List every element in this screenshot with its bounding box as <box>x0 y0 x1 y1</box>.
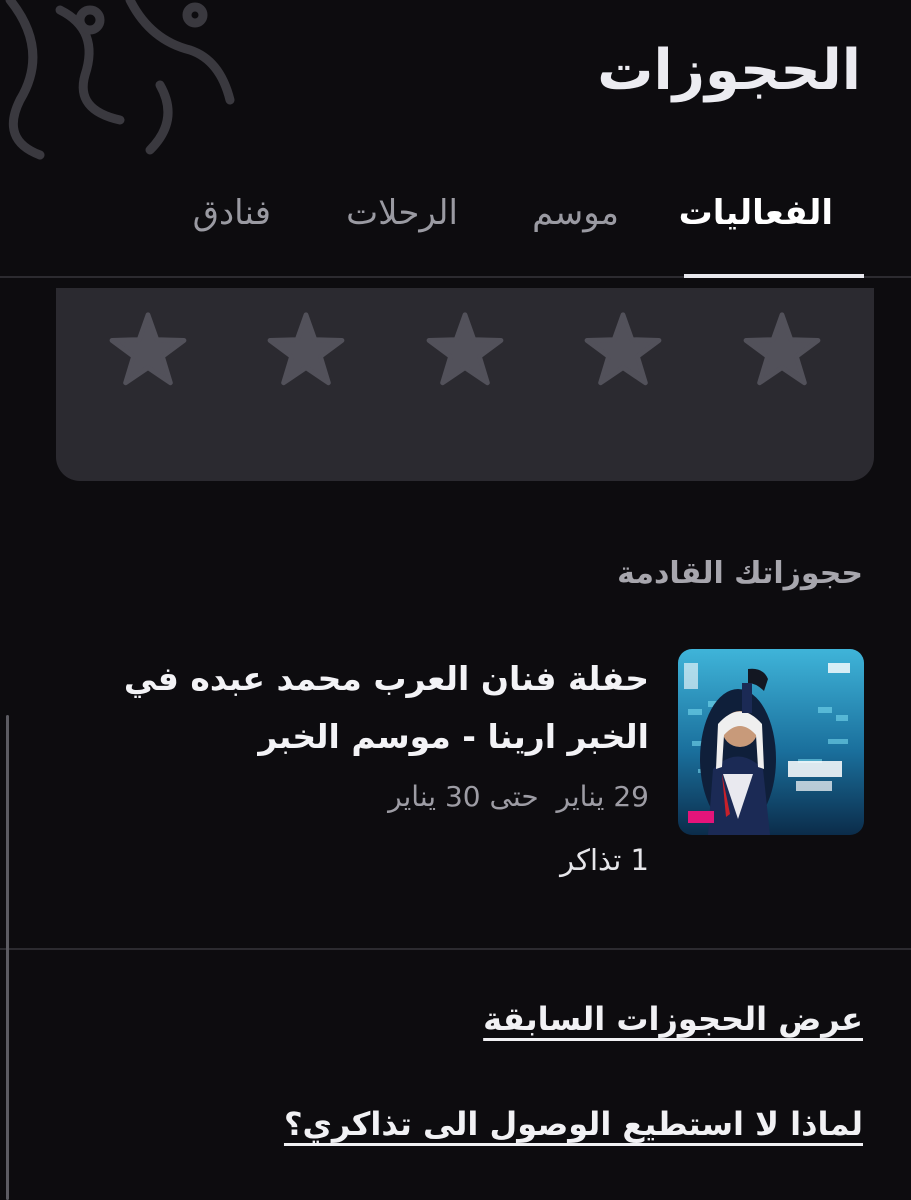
star-icon[interactable] <box>583 310 663 390</box>
active-tab-indicator <box>684 274 864 278</box>
booking-dates: 29 يناير حتى 30 يناير <box>388 780 649 813</box>
event-poster-image <box>678 649 864 835</box>
tab-season[interactable]: موسم <box>532 193 619 233</box>
ticket-access-help-link[interactable]: لماذا لا استطيع الوصول الى تذاكري؟ <box>284 1105 863 1143</box>
booking-date-to: حتى 30 يناير <box>388 780 539 813</box>
tab-trips[interactable]: الرحلات <box>346 193 458 233</box>
tab-events[interactable]: الفعاليات <box>679 193 833 233</box>
rating-card <box>56 288 874 481</box>
star-icon[interactable] <box>266 310 346 390</box>
decorative-ornament <box>5 0 235 160</box>
tab-hotels[interactable]: فنادق <box>193 193 271 233</box>
ticket-count: 1 تذاكر <box>560 843 649 877</box>
star-icon[interactable] <box>108 310 188 390</box>
tab-bar: الفعاليات موسم الرحلات فنادق <box>0 175 911 278</box>
star-icon[interactable] <box>425 310 505 390</box>
star-icon[interactable] <box>742 310 822 390</box>
booking-card[interactable]: حفلة فنان العرب محمد عبده في الخبر ارينا… <box>0 640 911 950</box>
page-title: الحجوزات <box>597 38 861 103</box>
past-bookings-link[interactable]: عرض الحجوزات السابقة <box>483 1000 863 1038</box>
upcoming-bookings-heading: حجوزاتك القادمة <box>617 556 863 591</box>
scrollbar[interactable] <box>6 715 9 1200</box>
booking-title[interactable]: حفلة فنان العرب محمد عبده في الخبر ارينا… <box>69 650 649 766</box>
bookings-page: الحجوزات الفعاليات موسم الرحلات فنادق حج… <box>0 0 911 1200</box>
booking-date-from: 29 يناير <box>556 780 649 813</box>
section-divider <box>0 948 911 950</box>
